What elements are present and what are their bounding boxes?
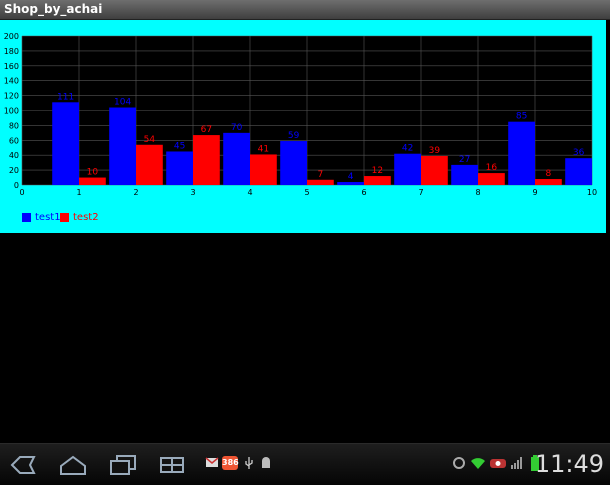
bar-test1 bbox=[394, 153, 421, 185]
clock: 11:49 bbox=[534, 450, 604, 478]
system-navigation-bar: 11:49 bbox=[0, 443, 610, 485]
x-tick-label: 10 bbox=[587, 188, 597, 197]
app-title: Shop_by_achai bbox=[4, 2, 103, 16]
data-label-test1: 27 bbox=[459, 155, 470, 165]
data-label-test2: 7 bbox=[318, 170, 324, 180]
chart-panel: 0 20 40 60 80 100 120 140 160 180 200 0 1 2 3 4 5 6 7 8 9 10 1… bbox=[0, 20, 606, 233]
y-tick-label: 40 bbox=[9, 151, 19, 160]
x-tick-label: 8 bbox=[475, 188, 480, 197]
y-tick-label: 100 bbox=[4, 107, 19, 116]
usb-icon[interactable] bbox=[244, 456, 254, 470]
bar-test1 bbox=[337, 182, 364, 185]
x-tick-label: 0 bbox=[19, 188, 24, 197]
bar-test1 bbox=[52, 102, 79, 185]
bar-test2 bbox=[421, 155, 448, 185]
legend-label: test1 bbox=[35, 212, 61, 223]
y-tick-label: 180 bbox=[4, 47, 19, 56]
data-label-test1: 42 bbox=[402, 144, 413, 154]
mail-icon[interactable] bbox=[205, 456, 219, 468]
y-tick-label: 120 bbox=[4, 92, 19, 101]
signal-icon bbox=[490, 459, 506, 468]
x-tick-label: 6 bbox=[361, 188, 366, 197]
data-label-test2: 8 bbox=[546, 169, 552, 179]
data-label-test1: 59 bbox=[288, 131, 300, 141]
bar-test1 bbox=[223, 132, 250, 185]
y-tick-label: 0 bbox=[14, 181, 19, 190]
recent-apps-icon[interactable] bbox=[108, 452, 138, 478]
bar-test1 bbox=[565, 158, 592, 185]
bar-test1 bbox=[109, 107, 136, 185]
data-label-test2: 39 bbox=[429, 146, 441, 156]
data-label-test2: 67 bbox=[201, 125, 212, 135]
data-label-test1: 70 bbox=[231, 123, 243, 133]
bar-test2 bbox=[478, 173, 505, 185]
home-icon[interactable] bbox=[58, 452, 88, 478]
bar-test2 bbox=[79, 177, 106, 185]
y-tick-label: 20 bbox=[9, 166, 19, 175]
x-tick-label: 3 bbox=[190, 188, 195, 197]
bar-test2 bbox=[364, 176, 391, 185]
bar-test2 bbox=[250, 154, 277, 185]
x-tick-label: 7 bbox=[418, 188, 423, 197]
data-label-test1: 111 bbox=[57, 92, 74, 102]
bar-test2 bbox=[193, 135, 220, 185]
data-label-test1: 4 bbox=[348, 172, 354, 182]
back-icon[interactable] bbox=[8, 452, 38, 478]
bar-test2 bbox=[307, 179, 334, 185]
bar-test1 bbox=[451, 164, 478, 185]
notification-count-badge[interactable]: 386 bbox=[222, 456, 239, 470]
bar-test1 bbox=[166, 151, 193, 185]
bar-test1 bbox=[280, 141, 307, 185]
android-debug-icon[interactable] bbox=[260, 456, 272, 470]
x-tick-label: 4 bbox=[247, 188, 252, 197]
data-label-test1: 104 bbox=[114, 98, 131, 108]
legend-swatch bbox=[22, 213, 31, 222]
bar-test2 bbox=[535, 179, 562, 185]
data-label-test2: 16 bbox=[486, 163, 498, 173]
sync-icon bbox=[453, 457, 465, 469]
x-tick-label: 5 bbox=[304, 188, 309, 197]
app-title-bar: Shop_by_achai bbox=[0, 0, 610, 20]
data-label-test1: 45 bbox=[174, 141, 185, 151]
x-tick-label: 9 bbox=[532, 188, 537, 197]
y-tick-label: 140 bbox=[4, 77, 19, 86]
y-tick-label: 60 bbox=[9, 136, 19, 145]
wifi-icon bbox=[471, 458, 485, 469]
y-tick-label: 80 bbox=[9, 121, 19, 130]
data-label-test2: 10 bbox=[87, 168, 99, 178]
bar-test1 bbox=[508, 121, 535, 185]
menu-icon[interactable] bbox=[158, 452, 186, 478]
data-label-test2: 12 bbox=[372, 166, 383, 176]
legend-label: test2 bbox=[73, 212, 99, 223]
data-label-test1: 85 bbox=[516, 112, 527, 122]
x-tick-label: 1 bbox=[76, 188, 81, 197]
y-tick-label: 160 bbox=[4, 62, 19, 71]
bar-test2 bbox=[136, 144, 163, 185]
data-label-test1: 36 bbox=[573, 148, 585, 158]
legend-swatch bbox=[60, 213, 69, 222]
data-label-test2: 41 bbox=[258, 144, 269, 154]
data-label-test2: 54 bbox=[144, 135, 156, 145]
signal-bars-icon bbox=[511, 457, 522, 469]
y-tick-label: 200 bbox=[4, 32, 19, 41]
x-tick-label: 2 bbox=[133, 188, 138, 197]
bar-chart: 0204060801001201401601802000 1 2 3 4 5 6 7 8 9 101… bbox=[4, 32, 597, 197]
